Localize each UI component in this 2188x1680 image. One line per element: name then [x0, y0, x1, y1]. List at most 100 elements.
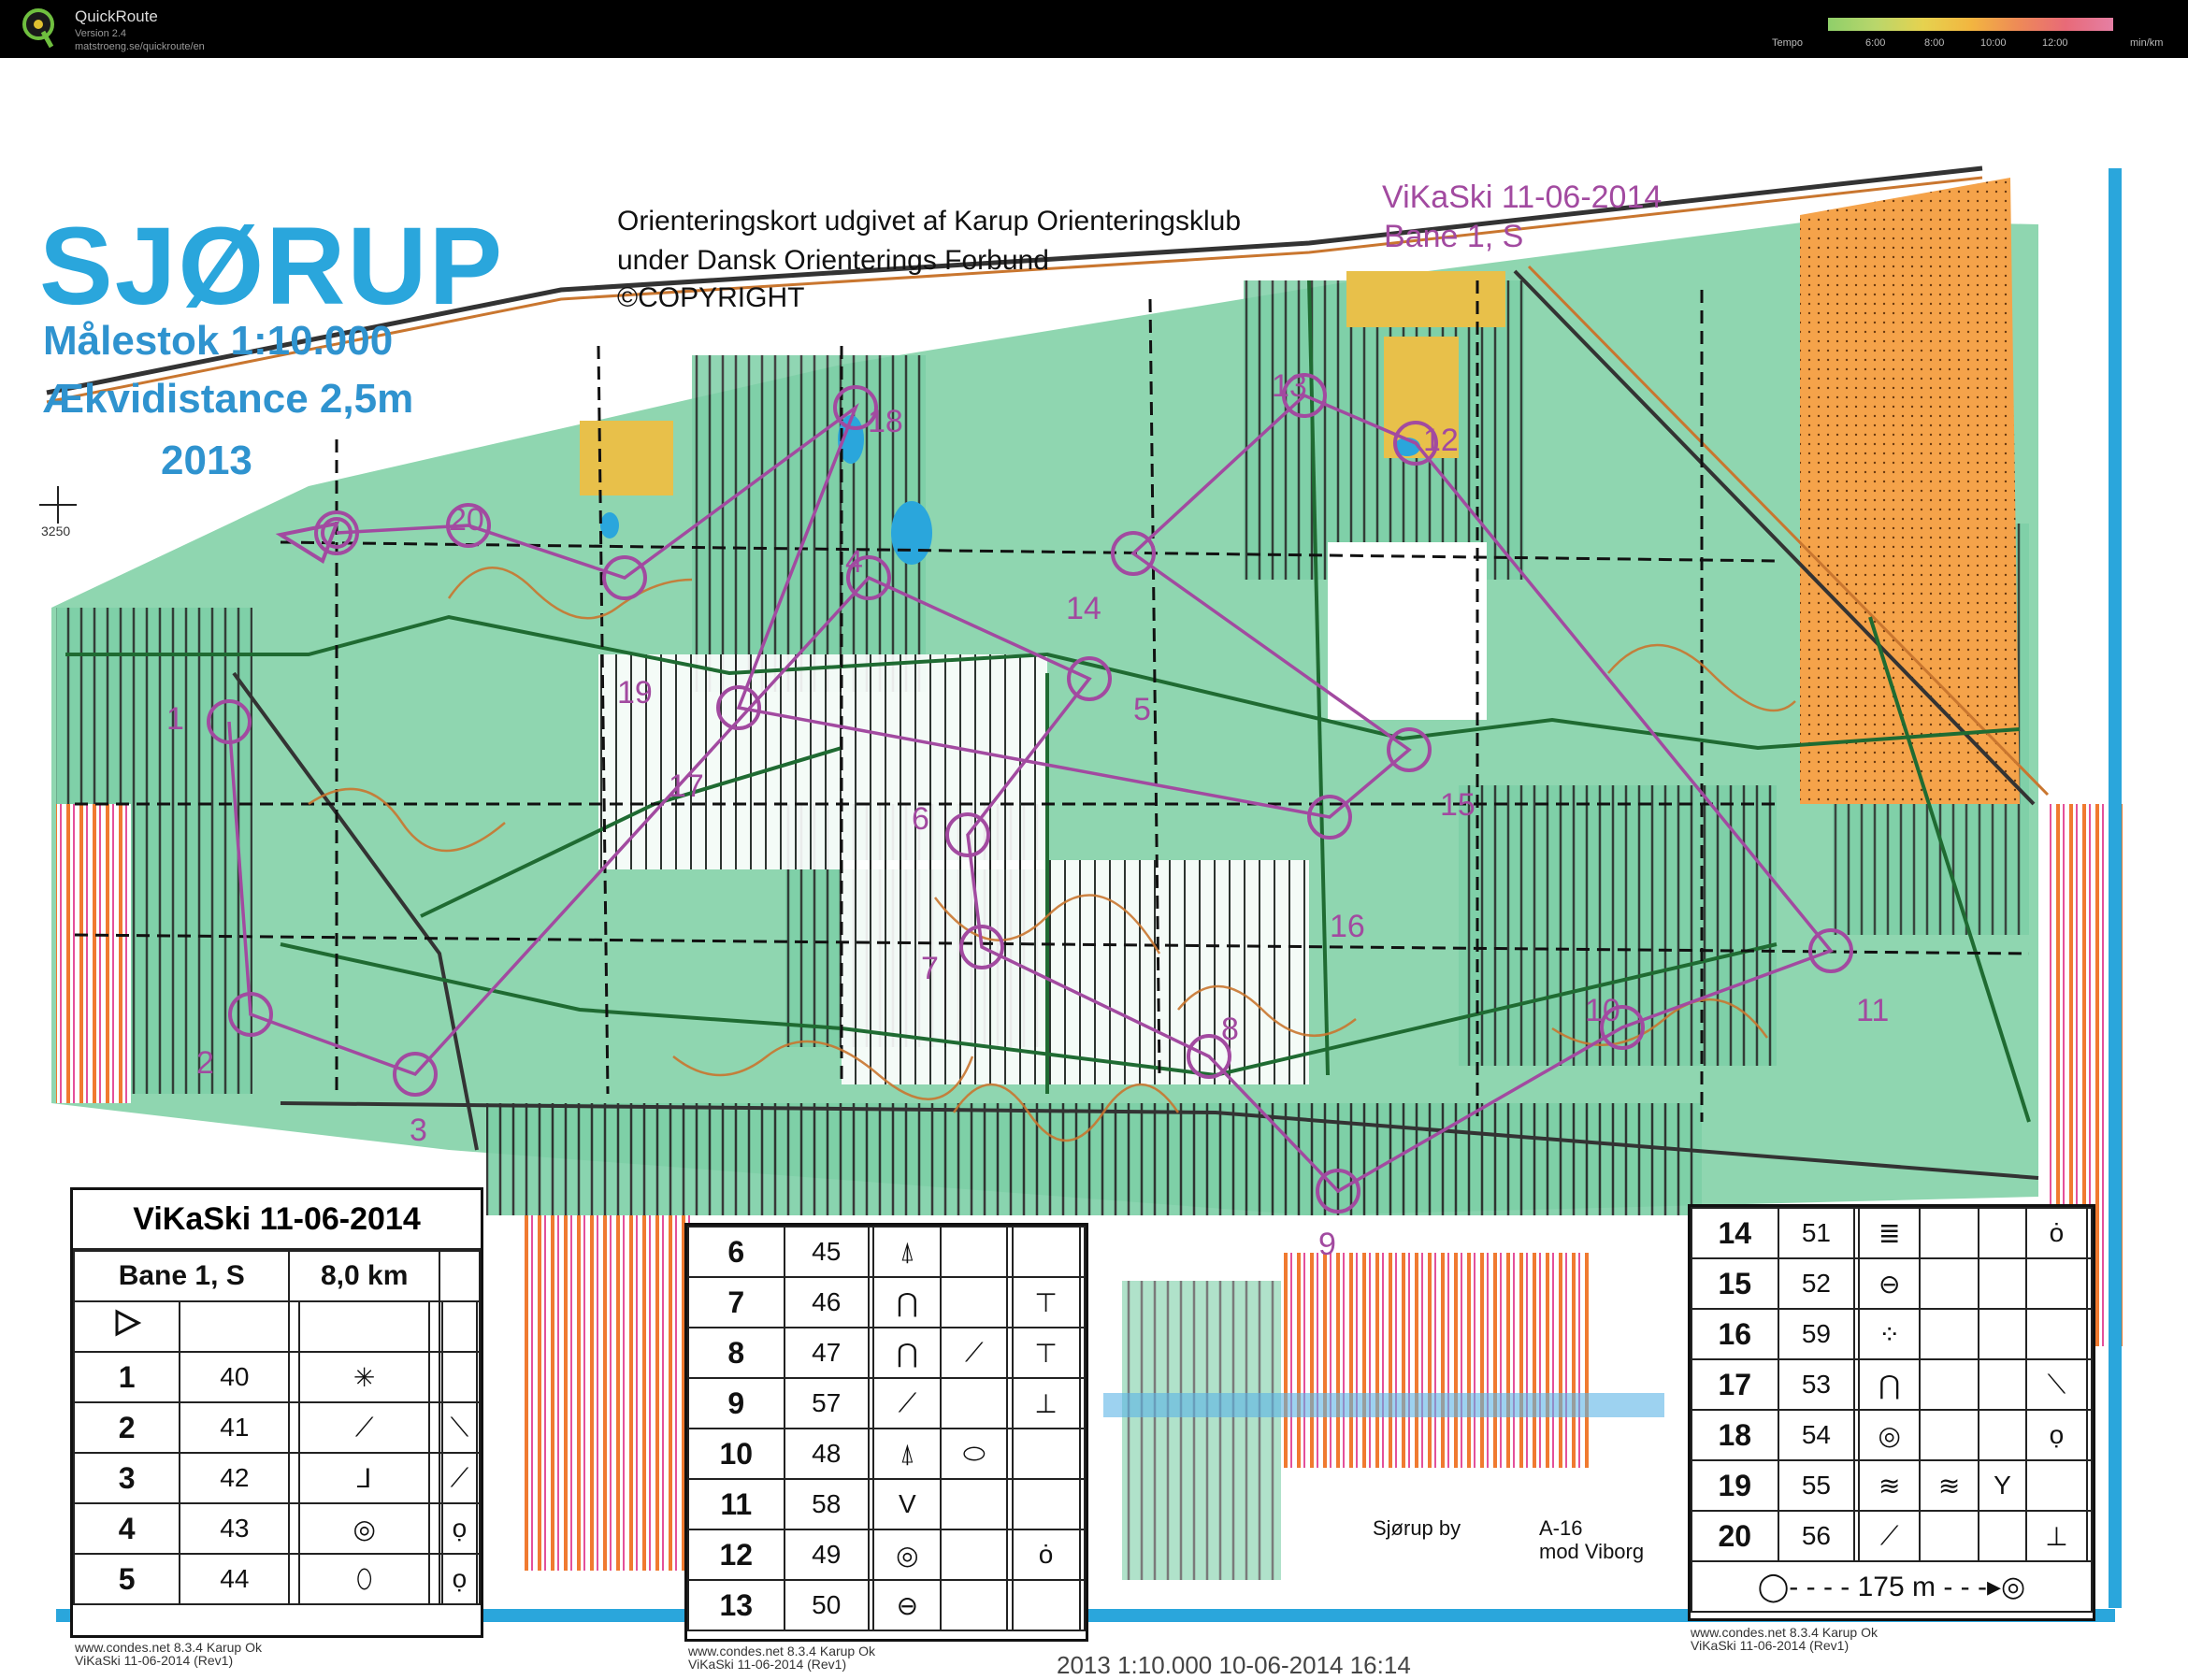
- earth-wall-icon: ⟋: [1858, 1510, 1922, 1562]
- lake: [600, 512, 619, 538]
- control-number: 20: [449, 502, 484, 538]
- map-equidistance: Ækvidistance 2,5m: [43, 376, 414, 422]
- tempo-tick: 10:00: [1980, 37, 2007, 49]
- top-icon: ⊤: [1011, 1327, 1081, 1379]
- control-number: 12: [1423, 423, 1459, 458]
- cd-row: 4 43 ◎ ọ: [72, 1502, 482, 1555]
- cd-row: 2 41 ⟋ ⟍: [72, 1401, 482, 1454]
- cd-row: 19 55 ≋ ≋ Y: [1691, 1459, 2094, 1512]
- knoll-icon: ⋂: [872, 1276, 943, 1328]
- tempo-color-scale: [1828, 18, 2113, 31]
- depression-icon: ⊖: [872, 1579, 943, 1631]
- control-number: 1: [166, 701, 184, 737]
- cd-row: 3 42 ⅃ ⟋: [72, 1452, 482, 1504]
- control-number: 2: [196, 1045, 214, 1081]
- thicket-icon: ⍋: [872, 1226, 943, 1278]
- event-title: ViKaSki 11-06-2014: [1382, 179, 1663, 215]
- depression-icon: ⬯: [297, 1553, 431, 1605]
- control-number: 16: [1330, 909, 1365, 944]
- finish-distance: 175 m: [1857, 1571, 1936, 1602]
- tempo-unit: min/km: [2130, 37, 2164, 49]
- marsh-area: [1122, 1281, 1281, 1580]
- open-orange: [1800, 178, 2020, 804]
- course-title: Bane 1, S: [1384, 219, 1524, 254]
- cd-row: 8 47 ⋂ ⟋ ⊤: [687, 1327, 1087, 1379]
- knoll-icon: ⋂: [872, 1327, 943, 1379]
- settlement: [580, 421, 673, 495]
- control-number: 4: [845, 544, 863, 580]
- tempo-label: Tempo: [1772, 37, 1804, 49]
- top-icon: ⊥: [1011, 1377, 1081, 1429]
- corner-icon: ⟍: [2024, 1358, 2088, 1411]
- start-triangle-icon: [115, 1309, 141, 1337]
- ditch-icon: ≋: [1919, 1459, 1979, 1512]
- cd-row: 1 40 ✳: [72, 1351, 482, 1403]
- foot-icon: ȯ: [1011, 1529, 1081, 1581]
- settlement: [1346, 271, 1505, 327]
- control-number: 5: [1133, 692, 1151, 727]
- cd-row: 11 58 V: [687, 1478, 1087, 1530]
- place-label: Sjørup by: [1373, 1516, 1461, 1540]
- cd-row: 20 56 ⟋ ⊥: [1691, 1510, 2094, 1562]
- control-number: 10: [1585, 993, 1620, 1028]
- orienteering-map[interactable]: SJØRUP Målestok 1:10.000 Ækvidistance 2,…: [0, 58, 2188, 1679]
- cd-length: 8,0 km: [288, 1250, 440, 1302]
- marsh-icon: ≣: [1858, 1207, 1922, 1259]
- finish-end-icon: - - -▸◎: [1943, 1571, 2026, 1602]
- lake: [891, 501, 932, 565]
- tempo-tick: 12:00: [2042, 37, 2068, 49]
- place-label: A-16: [1539, 1516, 1583, 1540]
- cultivated-land: [1281, 1253, 1590, 1468]
- cd-row: 6 45 ⍋: [687, 1226, 1087, 1278]
- quickroute-logo-icon: [22, 8, 54, 49]
- app-url[interactable]: matstroeng.se/quickroute/en: [75, 41, 205, 52]
- map-title: SJØRUP: [39, 205, 505, 328]
- control-description-middle: 6 45 ⍋ 7 46 ⋂ ⊤ 8 47 ⋂ ⟋ ⊤ 9 57 ⟋ ⊥ 10 4…: [684, 1223, 1088, 1642]
- marsh-icon: ◎: [872, 1529, 943, 1581]
- corner-icon: ⟍: [441, 1401, 478, 1454]
- cd-table: 6 45 ⍋ 7 46 ⋂ ⊤ 8 47 ⋂ ⟋ ⊤ 9 57 ⟋ ⊥ 10 4…: [687, 1226, 1087, 1631]
- cd-row: 18 54 ◎ ọ: [1691, 1409, 2094, 1461]
- publisher-text: Orienteringskort udgivet af Karup Orient…: [617, 206, 1242, 237]
- control-number: 3: [410, 1113, 427, 1148]
- cd-row: 16 59 ⁘: [1691, 1308, 2094, 1360]
- bottom-icon: ⊥: [2024, 1510, 2088, 1562]
- control-number: 9: [1318, 1227, 1336, 1262]
- open-land: [842, 860, 1309, 1084]
- app-version: Version 2.4: [75, 28, 127, 39]
- cd-row: 9 57 ⟋ ⊥: [687, 1377, 1087, 1429]
- cd-table: Bane 1, S 8,0 km 1 40 ✳ 2 41 ⟋ ⟍ 3 42 ⅃ …: [72, 1250, 482, 1605]
- marsh-icon: ◎: [297, 1502, 431, 1555]
- water-strip: [1103, 1393, 1664, 1417]
- open-land: [1328, 542, 1487, 720]
- cultivated-land: [56, 804, 131, 1103]
- thicket-icon: ⍋: [872, 1428, 943, 1480]
- cd-footer: ViKaSki 11-06-2014 (Rev1): [1691, 1638, 1850, 1653]
- place-label: mod Viborg: [1539, 1540, 1645, 1563]
- cd-row: 10 48 ⍋ ⬭: [687, 1428, 1087, 1480]
- control-description-right: 14 51 ≣ ȯ 15 52 ⊖ 16 59 ⁘ 17 53 ⋂ ⟍ 18 5…: [1688, 1204, 2095, 1621]
- ditch-icon: ≋: [1858, 1459, 1922, 1512]
- cd-row: 5 44 ⬯ ọ: [72, 1553, 482, 1605]
- cd-start-row: [72, 1300, 181, 1353]
- open-land: [598, 654, 1047, 869]
- knoll-icon: ⋂: [1858, 1358, 1922, 1411]
- control-description-left: ViKaSki 11-06-2014 Bane 1, S 8,0 km 1 40…: [70, 1187, 483, 1638]
- gully-icon: V: [872, 1478, 943, 1530]
- foot-icon: ọ: [2024, 1409, 2088, 1461]
- map-scale: Målestok 1:10.000: [43, 318, 394, 364]
- special-feature-icon: ✳: [297, 1351, 431, 1403]
- publisher-text: under Dansk Orienterings Forbund: [617, 245, 1049, 276]
- control-number: 19: [617, 675, 653, 711]
- rough-forest: [486, 1103, 1702, 1215]
- clearing-icon: ⁘: [1858, 1308, 1922, 1360]
- control-number: 13: [1272, 368, 1307, 404]
- app-title: QuickRoute: [75, 7, 158, 25]
- tempo-tick: 8:00: [1924, 37, 1945, 49]
- cd-finish-row: ◯- - - - 175 m - - -▸◎: [1691, 1560, 2093, 1613]
- cd-row: 14 51 ≣ ȯ: [1691, 1207, 2094, 1259]
- foot-icon: ȯ: [2024, 1207, 2088, 1259]
- cd-row: 15 52 ⊖: [1691, 1257, 2094, 1310]
- top-icon: ⊤: [1011, 1276, 1081, 1328]
- control-number: 11: [1856, 993, 1890, 1028]
